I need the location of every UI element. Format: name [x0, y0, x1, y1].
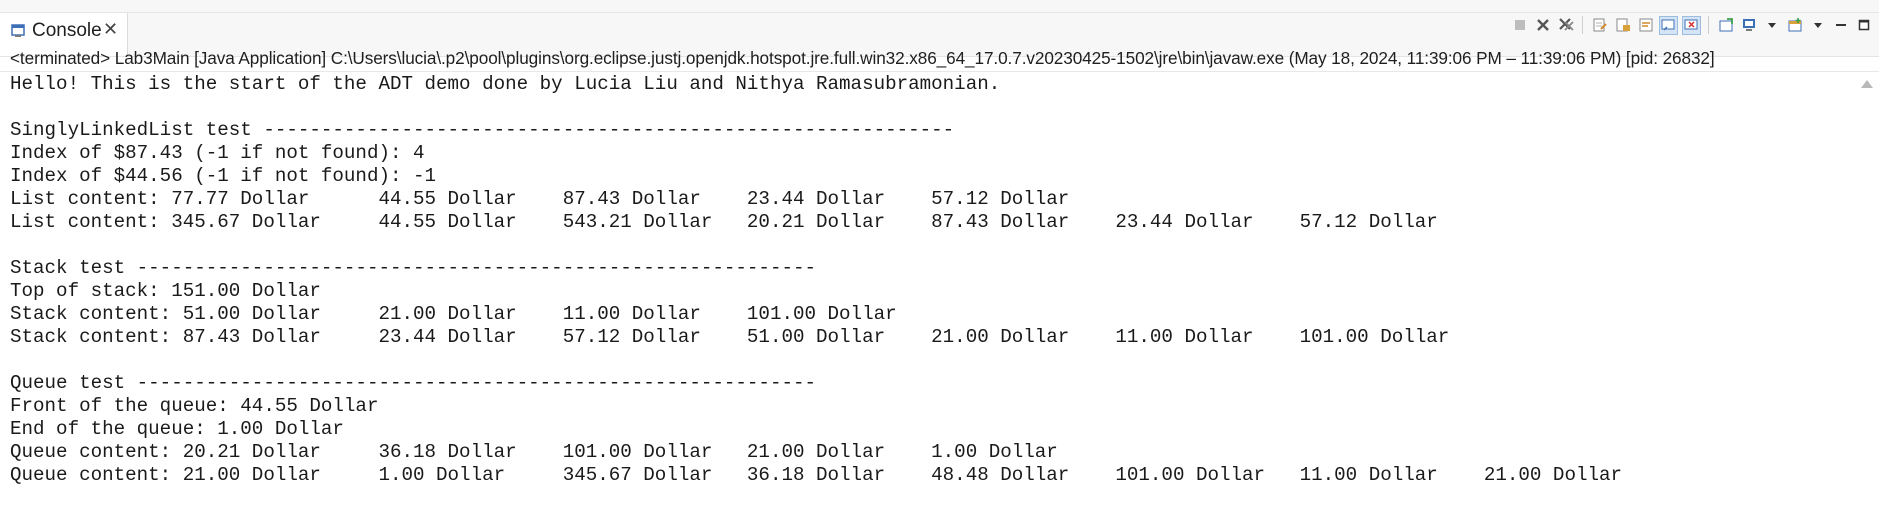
word-wrap-icon[interactable] [1636, 16, 1655, 35]
console-line: Stack content: 87.43 Dollar 23.44 Dollar… [10, 326, 1450, 348]
tab-console-label: Console [32, 20, 102, 41]
launch-status: <terminated> Lab3Main [Java Application]… [10, 48, 1715, 68]
remove-launch-icon[interactable] [1533, 16, 1552, 35]
scroll-lock-icon[interactable] [1613, 16, 1632, 35]
console-line: Front of the queue: 44.55 Dollar [10, 395, 379, 417]
show-on-stderr-icon[interactable] [1682, 15, 1701, 35]
scroll-up-arrow-icon[interactable] [1861, 80, 1873, 88]
open-console-dropdown-icon[interactable] [1808, 16, 1827, 35]
console-line: List content: 345.67 Dollar 44.55 Dollar… [10, 211, 1438, 233]
console-line: Hello! This is the start of the ADT demo… [10, 73, 1001, 95]
console-line: SinglyLinkedList test ------------------… [10, 119, 955, 141]
show-on-stdout-icon[interactable] [1659, 15, 1678, 35]
tab-bar-border [0, 12, 1879, 13]
display-console-dropdown-icon[interactable] [1762, 16, 1781, 35]
terminate-icon[interactable] [1510, 16, 1529, 35]
remove-all-terminated-icon[interactable] [1556, 16, 1575, 35]
console-line: Index of $87.43 (-1 if not found): 4 [10, 142, 425, 164]
console-line: End of the queue: 1.00 Dollar [10, 418, 344, 440]
console-toolbar [1510, 14, 1873, 36]
console-icon [11, 23, 28, 40]
console-line: Queue content: 21.00 Dollar 1.00 Dollar … [10, 464, 1623, 486]
toolbar-separator [1708, 16, 1709, 34]
maximize-icon[interactable] [1854, 16, 1873, 35]
clear-console-icon[interactable] [1590, 16, 1609, 35]
console-line: Index of $44.56 (-1 if not found): -1 [10, 165, 437, 187]
minimize-icon[interactable] [1831, 16, 1850, 35]
close-icon[interactable]: ✕ [103, 19, 118, 40]
view-tab-bar: Console ✕ <terminated> Lab3Main [Java Ap… [0, 0, 1879, 68]
vertical-scrollbar[interactable] [1855, 72, 1879, 513]
console-line: Queue content: 20.21 Dollar 36.18 Dollar… [10, 441, 1058, 463]
pin-console-icon[interactable] [1716, 16, 1735, 35]
console-line: Stack content: 51.00 Dollar 21.00 Dollar… [10, 303, 897, 325]
console-output[interactable]: Hello! This is the start of the ADT demo… [0, 72, 1855, 513]
open-console-icon[interactable] [1785, 16, 1804, 35]
console-line: Stack test -----------------------------… [10, 257, 817, 279]
console-line: Top of stack: 151.00 Dollar [10, 280, 321, 302]
console-line: List content: 77.77 Dollar 44.55 Dollar … [10, 188, 1070, 210]
console-line: Queue test -----------------------------… [10, 372, 817, 394]
toolbar-separator [1582, 16, 1583, 34]
display-console-icon[interactable] [1739, 16, 1758, 35]
